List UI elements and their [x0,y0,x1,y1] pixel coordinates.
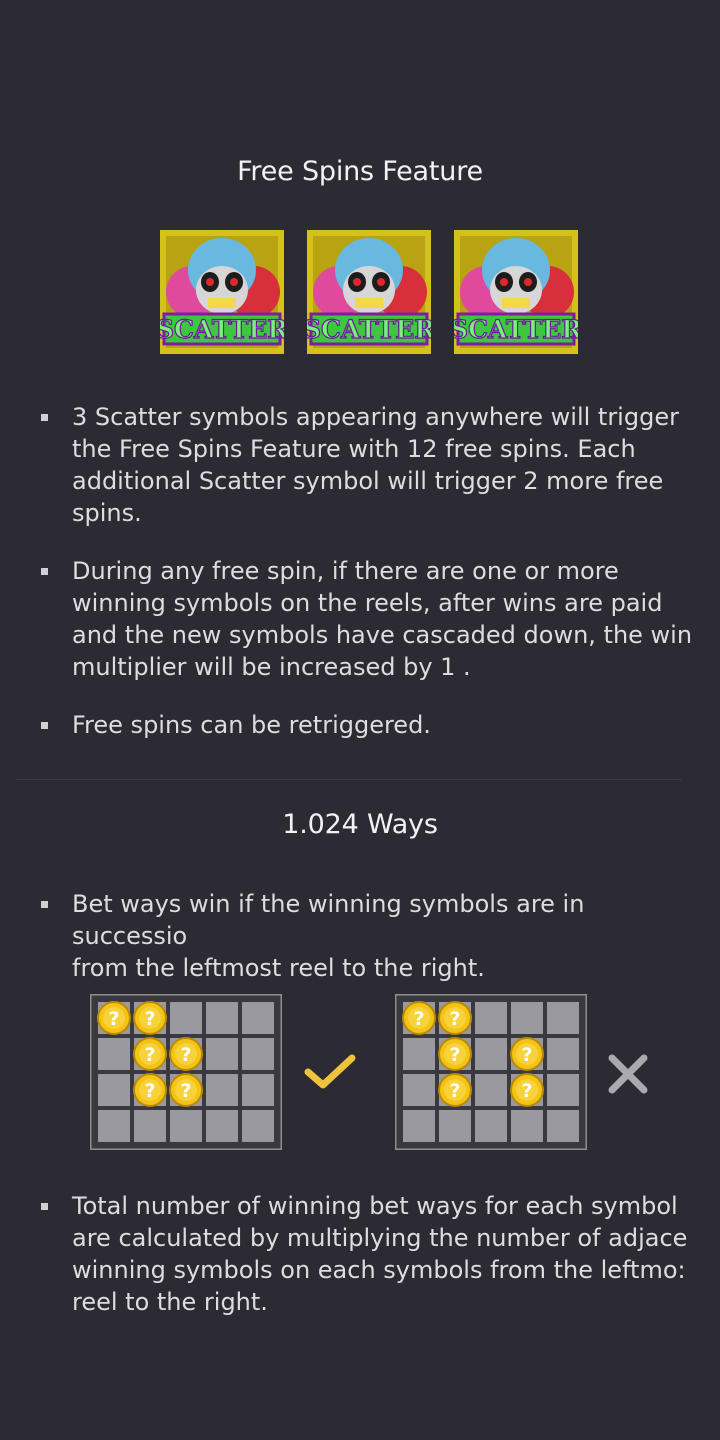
reel-cell [547,1038,579,1070]
svg-text:?: ? [413,1008,424,1030]
scatter-symbols-row: SCATTER SCATTER SCATTER [160,230,578,354]
reel-cell [206,1110,238,1142]
svg-text:?: ? [449,1008,460,1030]
reel-cell [206,1074,238,1106]
reel-cell [403,1038,435,1070]
reel-cell [242,1110,274,1142]
bullet-icon [41,414,48,421]
reel-cell [206,1002,238,1034]
scatter-label: SCATTER [307,315,431,344]
rule-text: 3 Scatter symbols appearing anywhere wil… [72,403,679,527]
section-divider [16,779,682,780]
reel-cell [511,1110,543,1142]
reel-grid: ?????? [393,992,589,1152]
reel-cell [475,1038,507,1070]
rule-line: Total number of winning bet ways for eac… [72,1192,678,1220]
svg-text:?: ? [144,1080,155,1102]
coin-icon: ? [133,1073,167,1107]
coin-icon: ? [402,1001,436,1035]
scatter-label: SCATTER [160,315,284,344]
coin-icon: ? [438,1073,472,1107]
reel-cell [403,1110,435,1142]
reel-cell [475,1002,507,1034]
svg-text:?: ? [449,1044,460,1066]
cross-icon [608,1054,648,1094]
bullet-icon [41,901,48,908]
coin-icon: ? [133,1001,167,1035]
coin-icon: ? [97,1001,131,1035]
ways-example-invalid: ?????? [393,992,589,1152]
rule-line: from the leftmost reel to the right. [72,954,485,982]
reel-cell [475,1074,507,1106]
coin-icon: ? [169,1037,203,1071]
reel-cell [475,1110,507,1142]
list-item: During any free spin, if there are one o… [0,555,720,683]
reel-cell [242,1002,274,1034]
rule-line: reel to the right. [72,1288,268,1316]
free-spins-title: Free Spins Feature [237,156,483,187]
reel-cell [511,1002,543,1034]
reel-cell [170,1110,202,1142]
reel-cell [98,1038,130,1070]
rule-line: winning symbols on each symbols from the… [72,1256,686,1284]
scatter-skull-icon: SCATTER [307,230,431,354]
rule-line: Bet ways win if the winning symbols are … [72,890,585,950]
reel-cell [134,1110,166,1142]
coin-icon: ? [133,1037,167,1071]
reel-cell [547,1110,579,1142]
list-item: Bet ways win if the winning symbols are … [0,888,720,984]
checkmark-icon [304,1054,356,1089]
rule-text: Free spins can be retriggered. [72,711,431,739]
scatter-symbol: SCATTER [307,230,431,354]
list-item: 3 Scatter symbols appearing anywhere wil… [0,401,720,529]
reel-cell [206,1038,238,1070]
bullet-icon [41,1203,48,1210]
scatter-symbol: SCATTER [160,230,284,354]
reel-cell [170,1002,202,1034]
reel-cell [547,1002,579,1034]
svg-text:?: ? [144,1044,155,1066]
reel-cell [547,1074,579,1106]
ways-example-valid: ?????? [88,992,284,1152]
svg-text:?: ? [144,1008,155,1030]
svg-text:?: ? [108,1008,119,1030]
bullet-icon [41,722,48,729]
list-item: Free spins can be retriggered. [0,709,720,741]
reel-cell [242,1038,274,1070]
rule-text: During any free spin, if there are one o… [72,557,693,681]
svg-text:?: ? [180,1080,191,1102]
reel-cell [98,1074,130,1106]
ways-rule-2: Total number of winning bet ways for eac… [0,1190,720,1318]
svg-text:?: ? [180,1044,191,1066]
ways-title: 1.024 Ways [282,809,438,840]
coin-icon: ? [510,1037,544,1071]
reel-cell [439,1110,471,1142]
coin-icon: ? [438,1037,472,1071]
reel-cell [403,1074,435,1106]
svg-text:?: ? [449,1080,460,1102]
free-spins-rules: 3 Scatter symbols appearing anywhere wil… [0,401,720,741]
ways-rule-1: Bet ways win if the winning symbols are … [0,888,720,984]
scatter-skull-icon: SCATTER [160,230,284,354]
scatter-skull-icon: SCATTER [454,230,578,354]
bullet-icon [41,568,48,575]
scatter-symbol: SCATTER [454,230,578,354]
reel-cell [98,1110,130,1142]
reel-cell [242,1074,274,1106]
svg-text:?: ? [521,1080,532,1102]
list-item: Total number of winning bet ways for eac… [0,1190,720,1318]
reel-grid: ?????? [88,992,284,1152]
coin-icon: ? [510,1073,544,1107]
coin-icon: ? [438,1001,472,1035]
svg-text:?: ? [521,1044,532,1066]
scatter-label: SCATTER [454,315,578,344]
coin-icon: ? [169,1073,203,1107]
rule-line: are calculated by multiplying the number… [72,1224,688,1252]
